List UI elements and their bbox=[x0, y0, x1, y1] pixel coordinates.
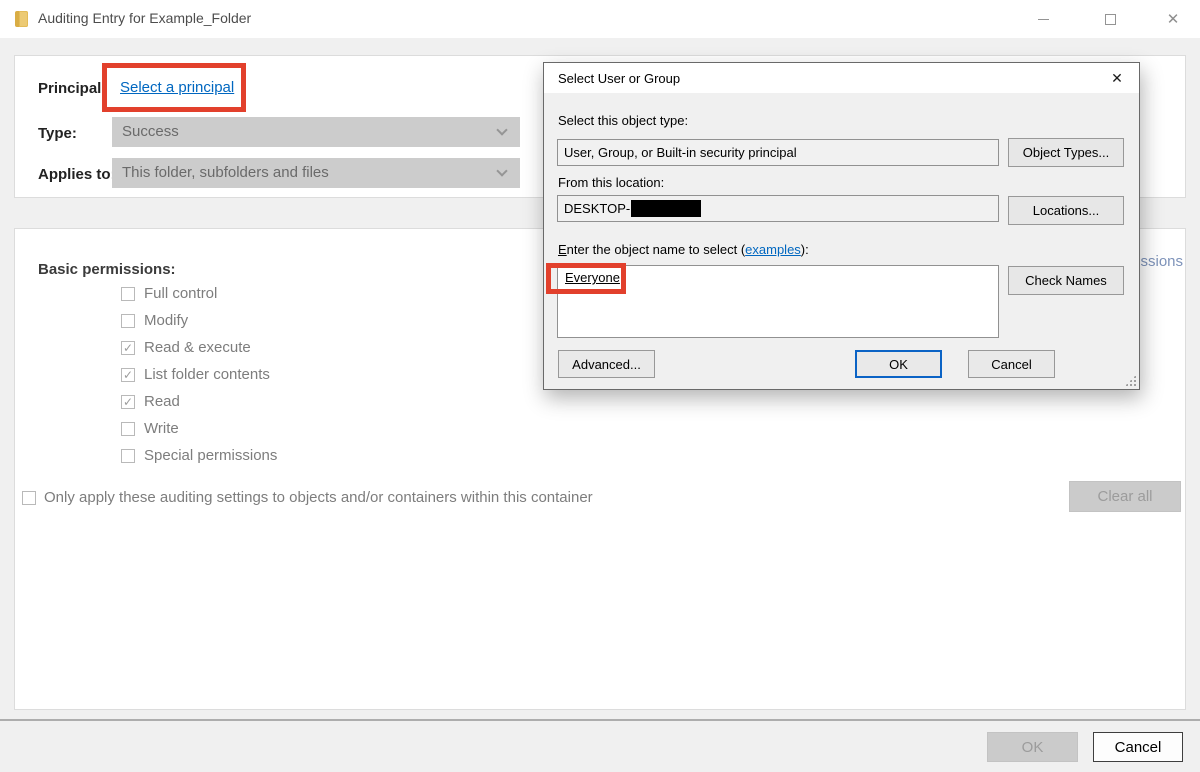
from-location-label: From this location: bbox=[558, 175, 664, 190]
permission-row: Modify bbox=[121, 307, 277, 334]
permission-checkbox bbox=[121, 422, 135, 436]
basic-permissions-label: Basic permissions: bbox=[38, 261, 176, 278]
select-principal-link[interactable]: Select a principal bbox=[120, 79, 234, 96]
check-names-button[interactable]: Check Names bbox=[1008, 266, 1124, 295]
location-value: DESKTOP- bbox=[564, 201, 630, 216]
permission-row: Write bbox=[121, 415, 277, 442]
applies-to-dropdown: This folder, subfolders and files bbox=[112, 158, 520, 188]
dialog-close-button[interactable]: ✕ bbox=[1096, 64, 1138, 92]
select-user-or-group-dialog: Select User or Group ✕ Select this objec… bbox=[543, 62, 1140, 390]
permission-checkbox bbox=[121, 449, 135, 463]
permission-row: ✓ Read bbox=[121, 388, 277, 415]
location-field: DESKTOP- bbox=[557, 195, 999, 222]
only-apply-row: Only apply these auditing settings to ob… bbox=[22, 489, 593, 506]
permission-checkbox: ✓ bbox=[121, 395, 135, 409]
main-cancel-button[interactable]: Cancel bbox=[1093, 732, 1183, 762]
permission-checkbox bbox=[121, 287, 135, 301]
dialog-ok-button[interactable]: OK bbox=[855, 350, 942, 378]
minimize-icon bbox=[1038, 19, 1049, 20]
dialog-cancel-button[interactable]: Cancel bbox=[968, 350, 1055, 378]
main-window-title: Auditing Entry for Example_Folder bbox=[38, 10, 251, 26]
permission-checkbox bbox=[121, 314, 135, 328]
only-apply-checkbox bbox=[22, 491, 36, 505]
close-icon: ✕ bbox=[1167, 12, 1180, 27]
label-text: nter the object name to select ( bbox=[567, 242, 745, 257]
redaction-block bbox=[631, 200, 701, 217]
permission-checkbox: ✓ bbox=[121, 368, 135, 382]
permission-label: Special permissions bbox=[144, 447, 277, 464]
object-name-input[interactable]: Everyone bbox=[557, 265, 999, 338]
type-label: Type: bbox=[38, 125, 77, 142]
object-types-button[interactable]: Object Types... bbox=[1008, 138, 1124, 167]
permission-label: Read & execute bbox=[144, 339, 251, 356]
locations-button[interactable]: Locations... bbox=[1008, 196, 1124, 225]
object-type-label: Select this object type: bbox=[558, 113, 688, 128]
dialog-titlebar: Select User or Group ✕ bbox=[544, 63, 1139, 93]
footer-divider bbox=[0, 719, 1200, 721]
advanced-button[interactable]: Advanced... bbox=[558, 350, 655, 378]
only-apply-label: Only apply these auditing settings to ob… bbox=[44, 489, 593, 506]
maximize-icon bbox=[1105, 14, 1116, 25]
type-value: Success bbox=[122, 123, 179, 140]
minimize-button[interactable] bbox=[1026, 0, 1060, 38]
chevron-down-icon bbox=[496, 124, 507, 135]
label-suffix: ): bbox=[801, 242, 809, 257]
auditing-entry-icon bbox=[15, 11, 28, 27]
permission-row: ✓ Read & execute bbox=[121, 334, 277, 361]
permission-checkbox: ✓ bbox=[121, 341, 135, 355]
close-button[interactable]: ✕ bbox=[1156, 0, 1190, 38]
permission-label: Read bbox=[144, 393, 180, 410]
maximize-button[interactable] bbox=[1093, 0, 1127, 38]
type-dropdown: Success bbox=[112, 117, 520, 147]
applies-to-label: Applies to: bbox=[38, 166, 116, 183]
permission-row: ✓ List folder contents bbox=[121, 361, 277, 388]
dialog-title: Select User or Group bbox=[558, 71, 680, 86]
annotation-box-principal: Select a principal bbox=[102, 63, 246, 112]
permission-row: Full control bbox=[121, 280, 277, 307]
close-icon: ✕ bbox=[1111, 70, 1123, 87]
chevron-down-icon bbox=[496, 165, 507, 176]
accelerator-letter: E bbox=[558, 242, 567, 257]
object-name-value: Everyone bbox=[565, 270, 620, 285]
permissions-list: Full control Modify ✓ Read & execute ✓ List f… bbox=[121, 280, 277, 469]
principal-label: Principal: bbox=[38, 80, 106, 97]
resize-grip[interactable] bbox=[1125, 375, 1136, 386]
permission-label: List folder contents bbox=[144, 366, 270, 383]
applies-to-value: This folder, subfolders and files bbox=[122, 164, 329, 181]
object-type-field: User, Group, or Built-in security princi… bbox=[557, 139, 999, 166]
permission-label: Full control bbox=[144, 285, 217, 302]
clear-all-button: Clear all bbox=[1069, 481, 1181, 512]
enter-object-name-label: Enter the object name to select (example… bbox=[558, 242, 809, 257]
permission-label: Write bbox=[144, 420, 179, 437]
examples-link[interactable]: examples bbox=[745, 242, 801, 257]
main-ok-button: OK bbox=[987, 732, 1078, 762]
permission-label: Modify bbox=[144, 312, 188, 329]
main-titlebar: Auditing Entry for Example_Folder ✕ bbox=[0, 0, 1200, 38]
permission-row: Special permissions bbox=[121, 442, 277, 469]
text-caret bbox=[621, 271, 622, 285]
object-type-value: User, Group, or Built-in security princi… bbox=[564, 145, 797, 160]
